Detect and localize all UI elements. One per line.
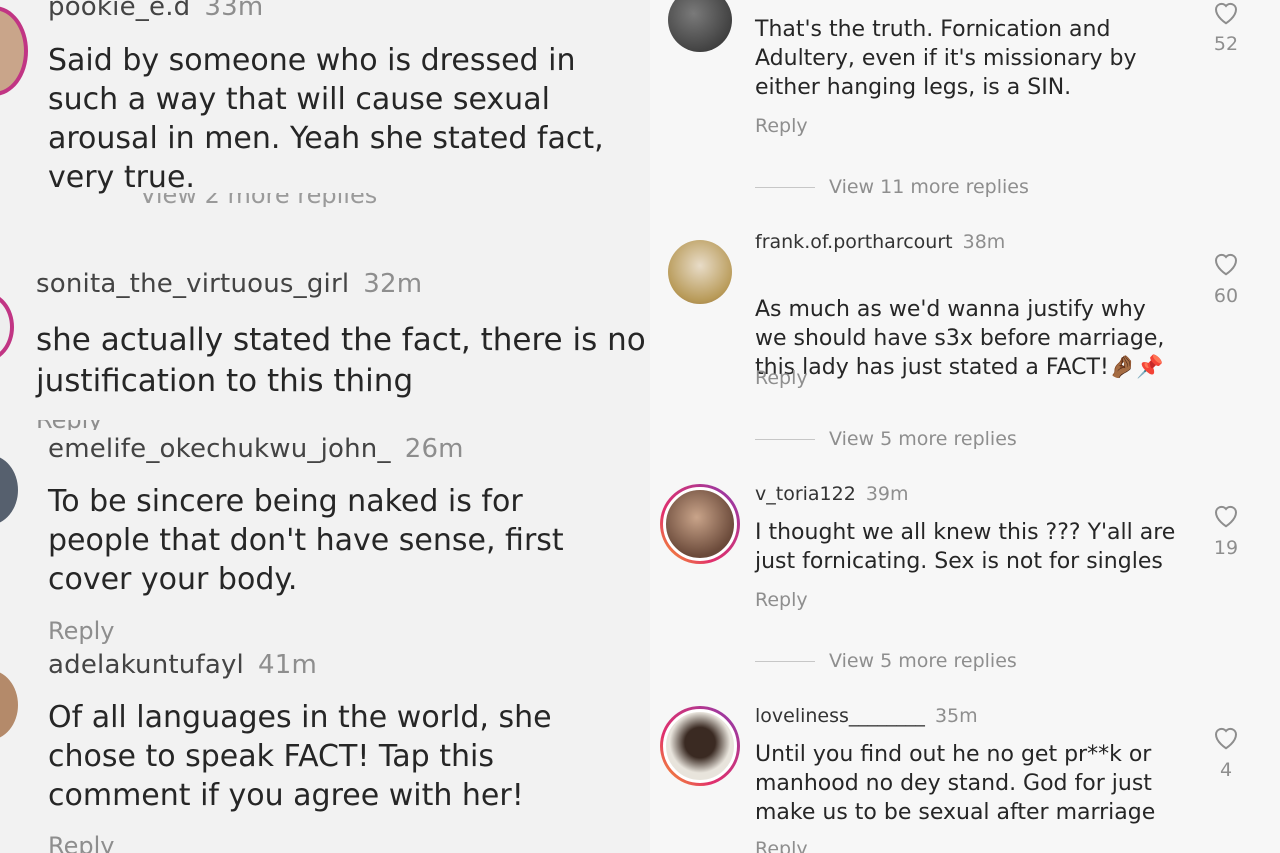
right-comment-panel: That's the truth. Fornication and Adulte… <box>650 0 1280 853</box>
timestamp: 26m <box>404 434 464 464</box>
avatar[interactable] <box>0 455 18 525</box>
view-more-replies[interactable]: View 11 more replies <box>755 176 1029 198</box>
comment-text: To be sincere being naked is for people … <box>48 484 564 597</box>
comment-header: frank.of.portharcourt 38m <box>755 231 1005 253</box>
view-more-replies[interactable]: View 5 more replies <box>755 650 1017 672</box>
divider-line <box>755 661 815 662</box>
comment-header: sonita_the_virtuous_girl 32m <box>36 269 422 299</box>
avatar[interactable] <box>660 484 740 564</box>
username[interactable]: v_toria122 <box>755 483 856 505</box>
username[interactable]: frank.of.portharcourt <box>755 231 953 253</box>
username[interactable]: pookie_e.d <box>48 0 190 22</box>
timestamp: 39m <box>865 483 909 505</box>
timestamp: 35m <box>934 705 978 727</box>
reply-link[interactable]: Reply <box>48 832 114 853</box>
avatar[interactable] <box>668 0 732 52</box>
view-more-replies[interactable]: View 5 more replies <box>755 428 1017 450</box>
comment-header: pookie_e.d 33m <box>48 0 263 22</box>
reply-link[interactable]: Reply <box>755 838 808 853</box>
comment-text: Said by someone who is dressed in such a… <box>48 43 604 195</box>
comment-text: I thought we all knew this ??? Y'all are… <box>755 520 1176 574</box>
heart-icon[interactable] <box>1211 723 1241 751</box>
reply-link[interactable]: Reply <box>755 115 808 137</box>
like-count: 19 <box>1213 537 1239 559</box>
left-comment-panel: pookie_e.d 33m Said by someone who is dre… <box>0 0 650 853</box>
avatar[interactable] <box>660 706 740 786</box>
avatar[interactable] <box>0 292 14 362</box>
view-more-replies[interactable]: View 2 more replies <box>140 193 377 207</box>
comment-text: That's the truth. Fornication and Adulte… <box>755 17 1137 100</box>
view-more-label[interactable]: View 11 more replies <box>829 176 1029 198</box>
heart-icon[interactable] <box>1211 501 1241 529</box>
heart-icon[interactable] <box>1211 0 1241 26</box>
like-count: 60 <box>1213 285 1239 307</box>
divider-line <box>755 439 815 440</box>
comment-header: emelife_okechukwu_john_ 26m <box>48 434 464 464</box>
like-count: 52 <box>1213 33 1239 55</box>
comment-text: she actually stated the fact, there is n… <box>36 322 646 399</box>
emoji: 🤌🏾📌 <box>1108 355 1164 380</box>
view-more-label[interactable]: View 5 more replies <box>829 428 1017 450</box>
username[interactable]: loveliness________ <box>755 705 925 727</box>
like-count: 4 <box>1219 759 1233 781</box>
timestamp: 33m <box>204 0 264 22</box>
timestamp: 32m <box>363 269 423 299</box>
timestamp: 38m <box>962 231 1006 253</box>
comment-text: Of all languages in the world, she chose… <box>48 700 552 813</box>
comment-header: adelakuntufayl 41m <box>48 650 317 680</box>
timestamp: 41m <box>257 650 317 680</box>
avatar[interactable] <box>0 670 18 740</box>
reply-link[interactable]: Reply <box>755 589 808 611</box>
reply-link[interactable]: Reply <box>48 617 114 645</box>
comment-text: As much as we'd wanna justify why we sho… <box>755 266 1195 382</box>
username[interactable]: emelife_okechukwu_john_ <box>48 434 391 464</box>
reply-link[interactable]: Reply <box>36 420 102 430</box>
reply-clipped[interactable]: Reply <box>36 420 136 430</box>
view-more-label[interactable]: View 5 more replies <box>829 650 1017 672</box>
reply-clipped[interactable]: Reply <box>755 838 835 853</box>
avatar[interactable] <box>0 6 28 96</box>
reply-link[interactable]: Reply <box>755 367 808 389</box>
comment-header: loveliness________ 35m <box>755 705 978 727</box>
comment-header: v_toria122 39m <box>755 483 909 505</box>
username[interactable]: sonita_the_virtuous_girl <box>36 269 349 299</box>
divider-line <box>755 187 815 188</box>
username[interactable]: adelakuntufayl <box>48 650 244 680</box>
avatar[interactable] <box>668 240 732 304</box>
comment-text: Until you find out he no get pr**k or ma… <box>755 742 1156 825</box>
heart-icon[interactable] <box>1211 249 1241 277</box>
view-replies-clipped[interactable]: View 2 more replies <box>140 193 420 207</box>
comment-body: As much as we'd wanna justify why we sho… <box>755 297 1165 380</box>
